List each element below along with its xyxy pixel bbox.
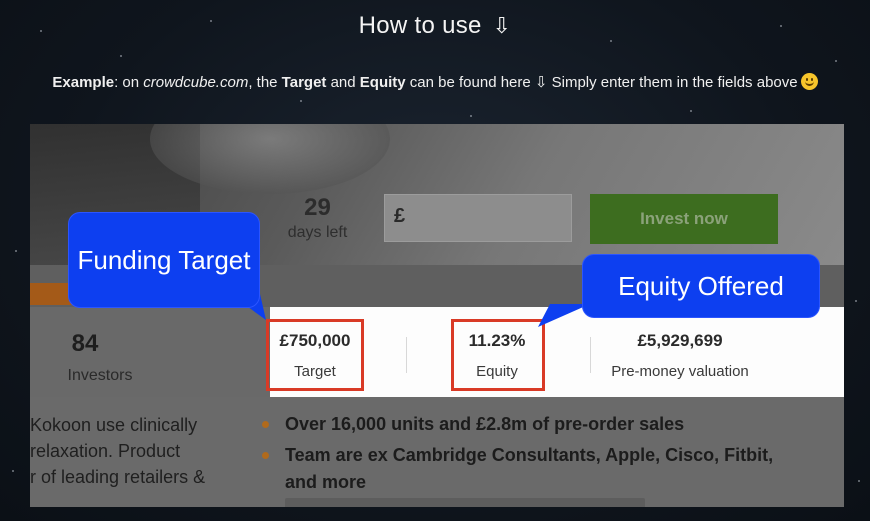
example-site: crowdcube.com [143,74,249,91]
page-title: How to use ⇩ [0,12,870,40]
slightly-smiling-face-icon [800,73,818,90]
equity-offered-callout: Equity Offered [582,254,820,318]
page-title-text: How to use [358,12,482,39]
example-target-term: Target [281,74,327,91]
crowdcube-example-screenshot: 29 days left £ Invest now 84 Investors £… [30,124,844,507]
example-text-mid1: , the [248,74,282,91]
funding-target-callout: Funding Target [68,212,260,308]
example-text-pre: : on [114,74,144,91]
example-text-tail: Simply enter them in the fields above [547,74,798,91]
example-instructions: Example: on crowdcube.com, the Target an… [0,73,870,91]
example-label: Example [52,74,115,91]
example-text-post: can be found here [405,74,535,91]
example-text-mid2: and [326,74,360,91]
down-arrow-icon: ⇩ [492,14,512,39]
down-arrow-icon: ⇩ [534,73,548,91]
example-equity-term: Equity [359,74,406,91]
